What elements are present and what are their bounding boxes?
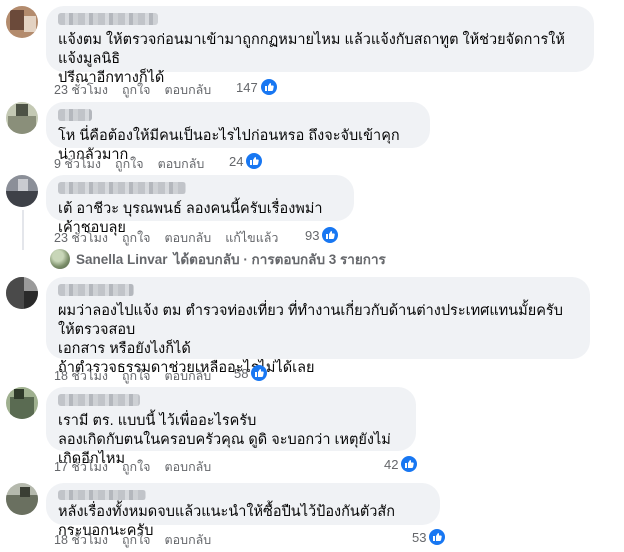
thumbs-up-icon: [246, 153, 263, 169]
author-name[interactable]: [58, 284, 134, 296]
avatar[interactable]: [6, 102, 38, 134]
reply-button[interactable]: ตอบกลับ: [165, 457, 212, 477]
like-button[interactable]: ถูกใจ: [122, 530, 151, 550]
author-name[interactable]: [58, 109, 92, 121]
like-button[interactable]: ถูกใจ: [122, 366, 151, 386]
avatar[interactable]: [6, 483, 38, 515]
thumbs-up-icon: [322, 227, 339, 243]
avatar[interactable]: [6, 175, 38, 207]
reply-button[interactable]: ตอบกลับ: [165, 530, 212, 550]
comment-time[interactable]: 18 ชั่วโมง: [54, 530, 108, 550]
reply-button[interactable]: ตอบกลับ: [165, 80, 212, 100]
avatar[interactable]: [6, 6, 38, 38]
comment-time[interactable]: 18 ชั่วโมง: [54, 366, 108, 386]
avatar[interactable]: [6, 277, 38, 309]
thumbs-up-icon: [429, 529, 446, 545]
reply-author-name: Sanella Linvar: [76, 251, 168, 267]
reaction-count[interactable]: 147: [236, 79, 277, 95]
comment-bubble: แจ้งตม ให้ตรวจก่อนมาเข้ามาถูกกฏหมายไหม แ…: [46, 6, 594, 86]
reaction-count[interactable]: 24: [229, 153, 263, 169]
thumbs-up-icon: [401, 456, 418, 472]
reaction-count[interactable]: 53: [412, 529, 446, 545]
reaction-count[interactable]: 42: [384, 456, 418, 472]
avatar[interactable]: [6, 387, 38, 419]
comment-time[interactable]: 23 ชั่วโมง: [54, 228, 108, 248]
reaction-count[interactable]: 93: [305, 227, 339, 243]
reply-button[interactable]: ตอบกลับ: [165, 366, 212, 386]
like-button[interactable]: ถูกใจ: [122, 80, 151, 100]
thread-line: [22, 210, 24, 250]
comment-bubble: เต้ อาชีวะ บุรณพนธ์ ลองคนนี้ครับเรื่องพม…: [46, 175, 354, 236]
reply-button[interactable]: ตอบกลับ: [158, 154, 205, 174]
comment-bubble: เรามี ตร. แบบนี้ ไว้เพื่ออะไรครับ ลองเกิ…: [46, 387, 416, 467]
comment-time[interactable]: 9 ชั่วโมง: [54, 154, 101, 174]
author-name[interactable]: [58, 394, 140, 406]
like-button[interactable]: ถูกใจ: [122, 228, 151, 248]
reaction-count[interactable]: 58: [234, 365, 268, 381]
author-name[interactable]: [58, 182, 186, 194]
comment-time[interactable]: 23 ชั่วโมง: [54, 80, 108, 100]
author-name[interactable]: [58, 490, 146, 500]
comment-time[interactable]: 17 ชั่วโมง: [54, 457, 108, 477]
thumbs-up-icon: [251, 365, 268, 381]
thumbs-up-icon: [260, 79, 277, 95]
comment-bubble: หลังเรื่องทั้งหมดจบแล้วแนะนำให้ซื้อปืนไว…: [46, 483, 440, 539]
reply-summary-text: ได้ตอบกลับ · การตอบกลับ 3 รายการ: [173, 252, 386, 267]
author-name[interactable]: [58, 13, 158, 25]
like-button[interactable]: ถูกใจ: [115, 154, 144, 174]
comment-bubble: ผมว่าลองไปแจ้ง ตม ตำรวจท่องเที่ยว ที่ทำง…: [46, 277, 590, 376]
avatar: [50, 249, 70, 269]
edited-label: แก้ไขแล้ว: [225, 231, 279, 245]
reply-button[interactable]: ตอบกลับ: [165, 228, 212, 248]
like-button[interactable]: ถูกใจ: [122, 457, 151, 477]
comment-bubble: โห นี่คือต้องให้มีคนเป็นอะไรไปก่อนหรอ ถึ…: [46, 102, 430, 163]
view-replies-link[interactable]: Sanella Linvar ได้ตอบกลับ · การตอบกลับ 3…: [50, 248, 386, 270]
